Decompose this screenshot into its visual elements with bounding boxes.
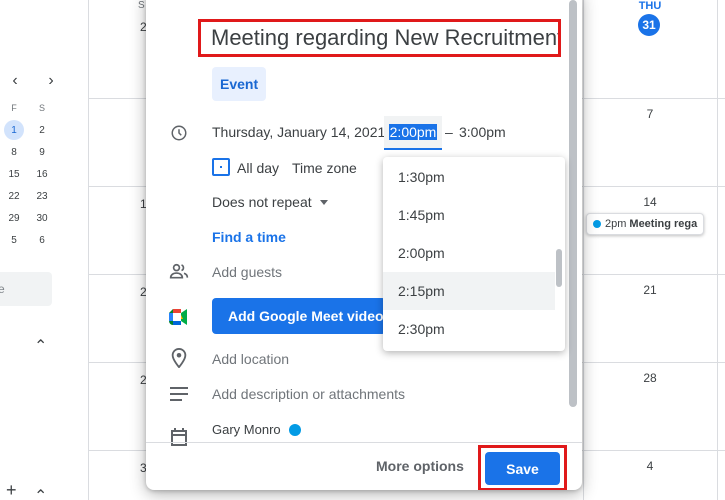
day-number[interactable]: 21: [640, 283, 660, 297]
time-option[interactable]: 2:30pm: [383, 310, 555, 348]
mini-day[interactable]: 1: [0, 120, 28, 140]
mini-calendar-grid: F S 1 2 8 9 15 16 22 23 29 30 5 6: [0, 100, 56, 248]
chevron-up-icon[interactable]: ⌃: [34, 486, 47, 500]
mini-day[interactable]: 2: [28, 122, 56, 138]
time-option-hovered[interactable]: 2:15pm: [383, 272, 555, 310]
add-location-input[interactable]: Add location: [212, 351, 289, 367]
start-time-input[interactable]: 2:00pm: [384, 116, 442, 150]
dropdown-caret-icon: [319, 199, 328, 205]
mini-day[interactable]: 29: [0, 210, 28, 226]
repeat-select[interactable]: Does not repeat: [212, 194, 328, 210]
add-description-input[interactable]: Add description or attachments: [212, 386, 405, 402]
mini-day[interactable]: 5: [0, 232, 28, 248]
chevron-left-icon[interactable]: ‹: [6, 72, 24, 90]
mini-day[interactable]: 16: [28, 166, 56, 182]
end-time-input[interactable]: 3:00pm: [459, 124, 506, 140]
grid-line: [88, 0, 89, 500]
mini-day-header: S: [38, 103, 45, 113]
mini-day[interactable]: 15: [0, 166, 28, 182]
time-option[interactable]: 1:45pm: [383, 196, 555, 234]
plus-icon[interactable]: +: [6, 480, 17, 500]
all-day-label: All day: [237, 160, 280, 176]
mini-day[interactable]: 6: [28, 232, 56, 248]
time-zone-button[interactable]: Time zone: [292, 160, 357, 176]
event-title-input[interactable]: Meeting regarding New Recruitment: [198, 19, 561, 57]
event-type-tab[interactable]: Event: [212, 67, 267, 101]
location-pin-icon: [168, 347, 190, 369]
day-number[interactable]: 28: [640, 371, 660, 385]
grid-line: [583, 0, 584, 500]
add-guests-input[interactable]: Add guests: [212, 264, 282, 280]
weekday-header: S: [138, 0, 145, 11]
calendar-icon: [168, 426, 190, 448]
today-date-badge[interactable]: 31: [638, 14, 660, 36]
chevron-right-icon[interactable]: ›: [42, 72, 60, 90]
description-icon: [168, 383, 190, 405]
repeat-value: Does not repeat: [212, 194, 312, 210]
event-chip-title: Meeting rega: [629, 218, 698, 230]
save-button[interactable]: Save: [485, 452, 560, 485]
calendar-owner-select[interactable]: Gary Monro: [212, 422, 301, 437]
find-a-time-link[interactable]: Find a time: [212, 229, 286, 245]
mini-day[interactable]: 9: [28, 144, 56, 160]
mini-day[interactable]: 22: [0, 188, 28, 204]
day-number[interactable]: 7: [642, 107, 658, 121]
mini-day[interactable]: 23: [28, 188, 56, 204]
grid-line: [717, 0, 718, 500]
day-number[interactable]: 4: [642, 459, 658, 473]
day-number[interactable]: 14: [640, 195, 660, 209]
add-google-meet-button[interactable]: Add Google Meet video conferencing: [212, 298, 386, 334]
mini-day-header: F: [11, 103, 17, 113]
time-option[interactable]: 2:00pm: [383, 234, 555, 272]
dialog-scrollbar[interactable]: [569, 0, 577, 407]
google-meet-icon: [168, 306, 190, 328]
mini-day[interactable]: 30: [28, 210, 56, 226]
dropdown-scrollbar[interactable]: [556, 249, 562, 287]
start-time-dropdown: 1:30pm 1:45pm 2:00pm 2:15pm 2:30pm: [383, 157, 565, 351]
calendar-color-dot: [288, 423, 301, 436]
people-icon: [168, 260, 190, 282]
start-time-value: 2:00pm: [388, 124, 438, 140]
footer-divider: [146, 442, 582, 443]
mini-calendar-nav: ‹ ›: [6, 72, 60, 90]
time-option[interactable]: 1:30pm: [383, 158, 555, 196]
calendar-app: ‹ › F S 1 2 8 9 15 16 22 23 29 30 5 6 e …: [0, 0, 725, 500]
event-chip[interactable]: 2pm Meeting rega: [586, 213, 704, 235]
event-color-dot: [593, 220, 601, 228]
more-options-button[interactable]: More options: [376, 458, 464, 474]
all-day-checkbox[interactable]: [212, 158, 230, 176]
weekday-header-thu: THU: [638, 0, 662, 12]
mini-day[interactable]: 8: [0, 144, 28, 160]
owner-name: Gary Monro: [212, 422, 281, 437]
clock-icon: [168, 122, 190, 144]
event-chip-time: 2pm: [605, 218, 627, 230]
chevron-up-icon[interactable]: ⌃: [34, 336, 47, 356]
mini-day-selected[interactable]: 1: [4, 120, 24, 140]
mini-calendar: ‹ › F S 1 2 8 9 15 16 22 23 29 30 5 6 e …: [0, 0, 88, 500]
event-date[interactable]: Thursday, January 14, 2021: [212, 124, 385, 140]
search-people-input[interactable]: e: [0, 272, 52, 306]
time-range-dash: –: [445, 124, 453, 140]
